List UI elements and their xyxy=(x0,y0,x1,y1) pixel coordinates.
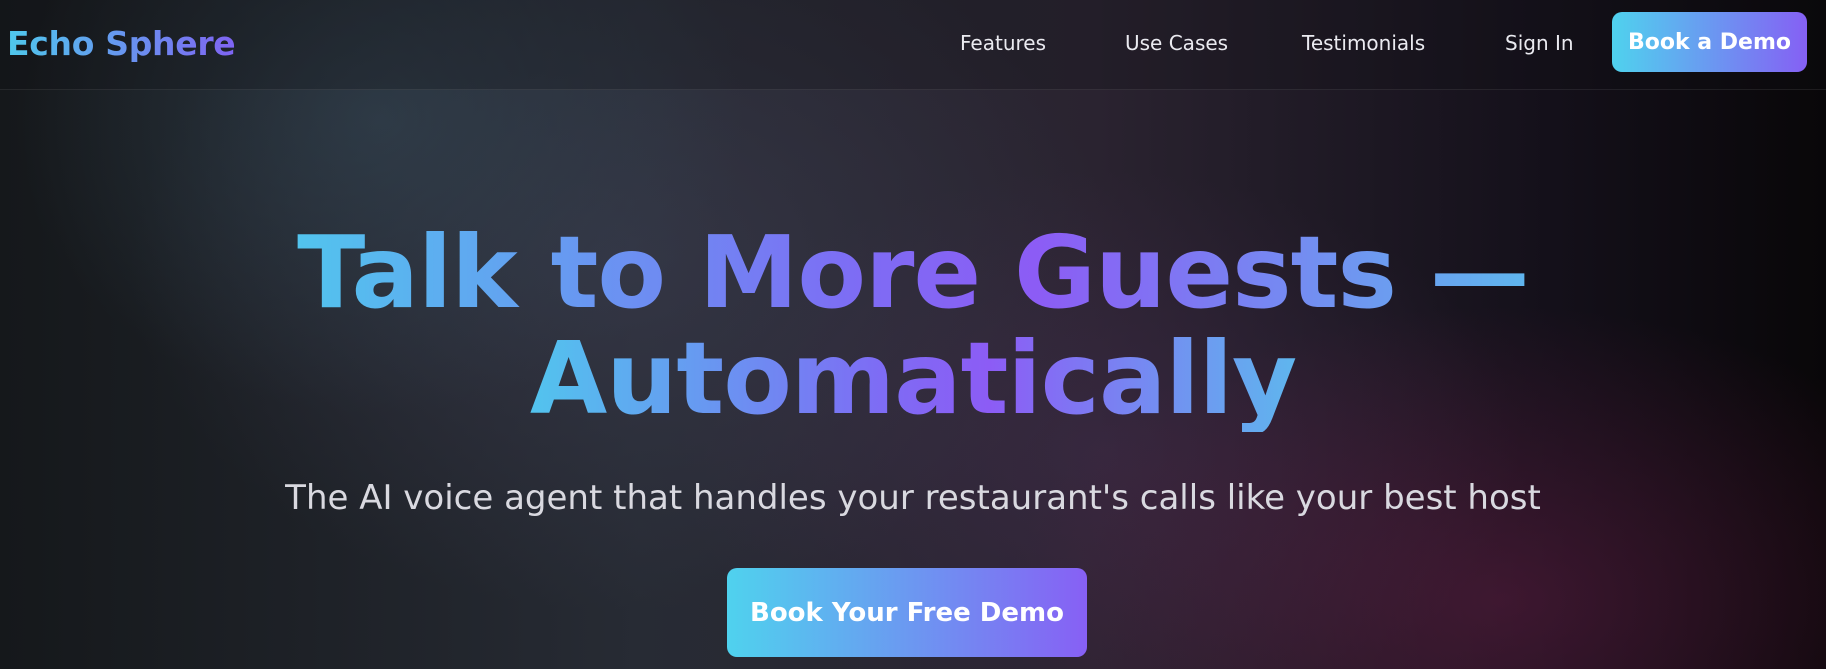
nav-link-use-cases[interactable]: Use Cases xyxy=(1125,30,1228,56)
hero-section: Talk to More Guests — Automatically The … xyxy=(0,90,1826,669)
hero-subtitle: The AI voice agent that handles your res… xyxy=(285,478,1541,518)
nav-link-sign-in[interactable]: Sign In xyxy=(1505,30,1574,56)
brand-logo[interactable]: Echo Sphere xyxy=(7,22,236,66)
nav-link-testimonials[interactable]: Testimonials xyxy=(1302,30,1425,56)
site-header: Echo Sphere Features Use Cases Testimoni… xyxy=(0,0,1826,90)
hero-headline-line-1: Talk to More Guests — xyxy=(297,214,1530,331)
book-demo-button[interactable]: Book a Demo xyxy=(1612,12,1807,72)
hero-headline: Talk to More Guests — Automatically xyxy=(0,220,1826,432)
book-free-demo-button[interactable]: Book Your Free Demo xyxy=(727,568,1087,657)
hero-headline-line-2: Automatically xyxy=(529,320,1297,437)
nav-link-features[interactable]: Features xyxy=(960,30,1046,56)
